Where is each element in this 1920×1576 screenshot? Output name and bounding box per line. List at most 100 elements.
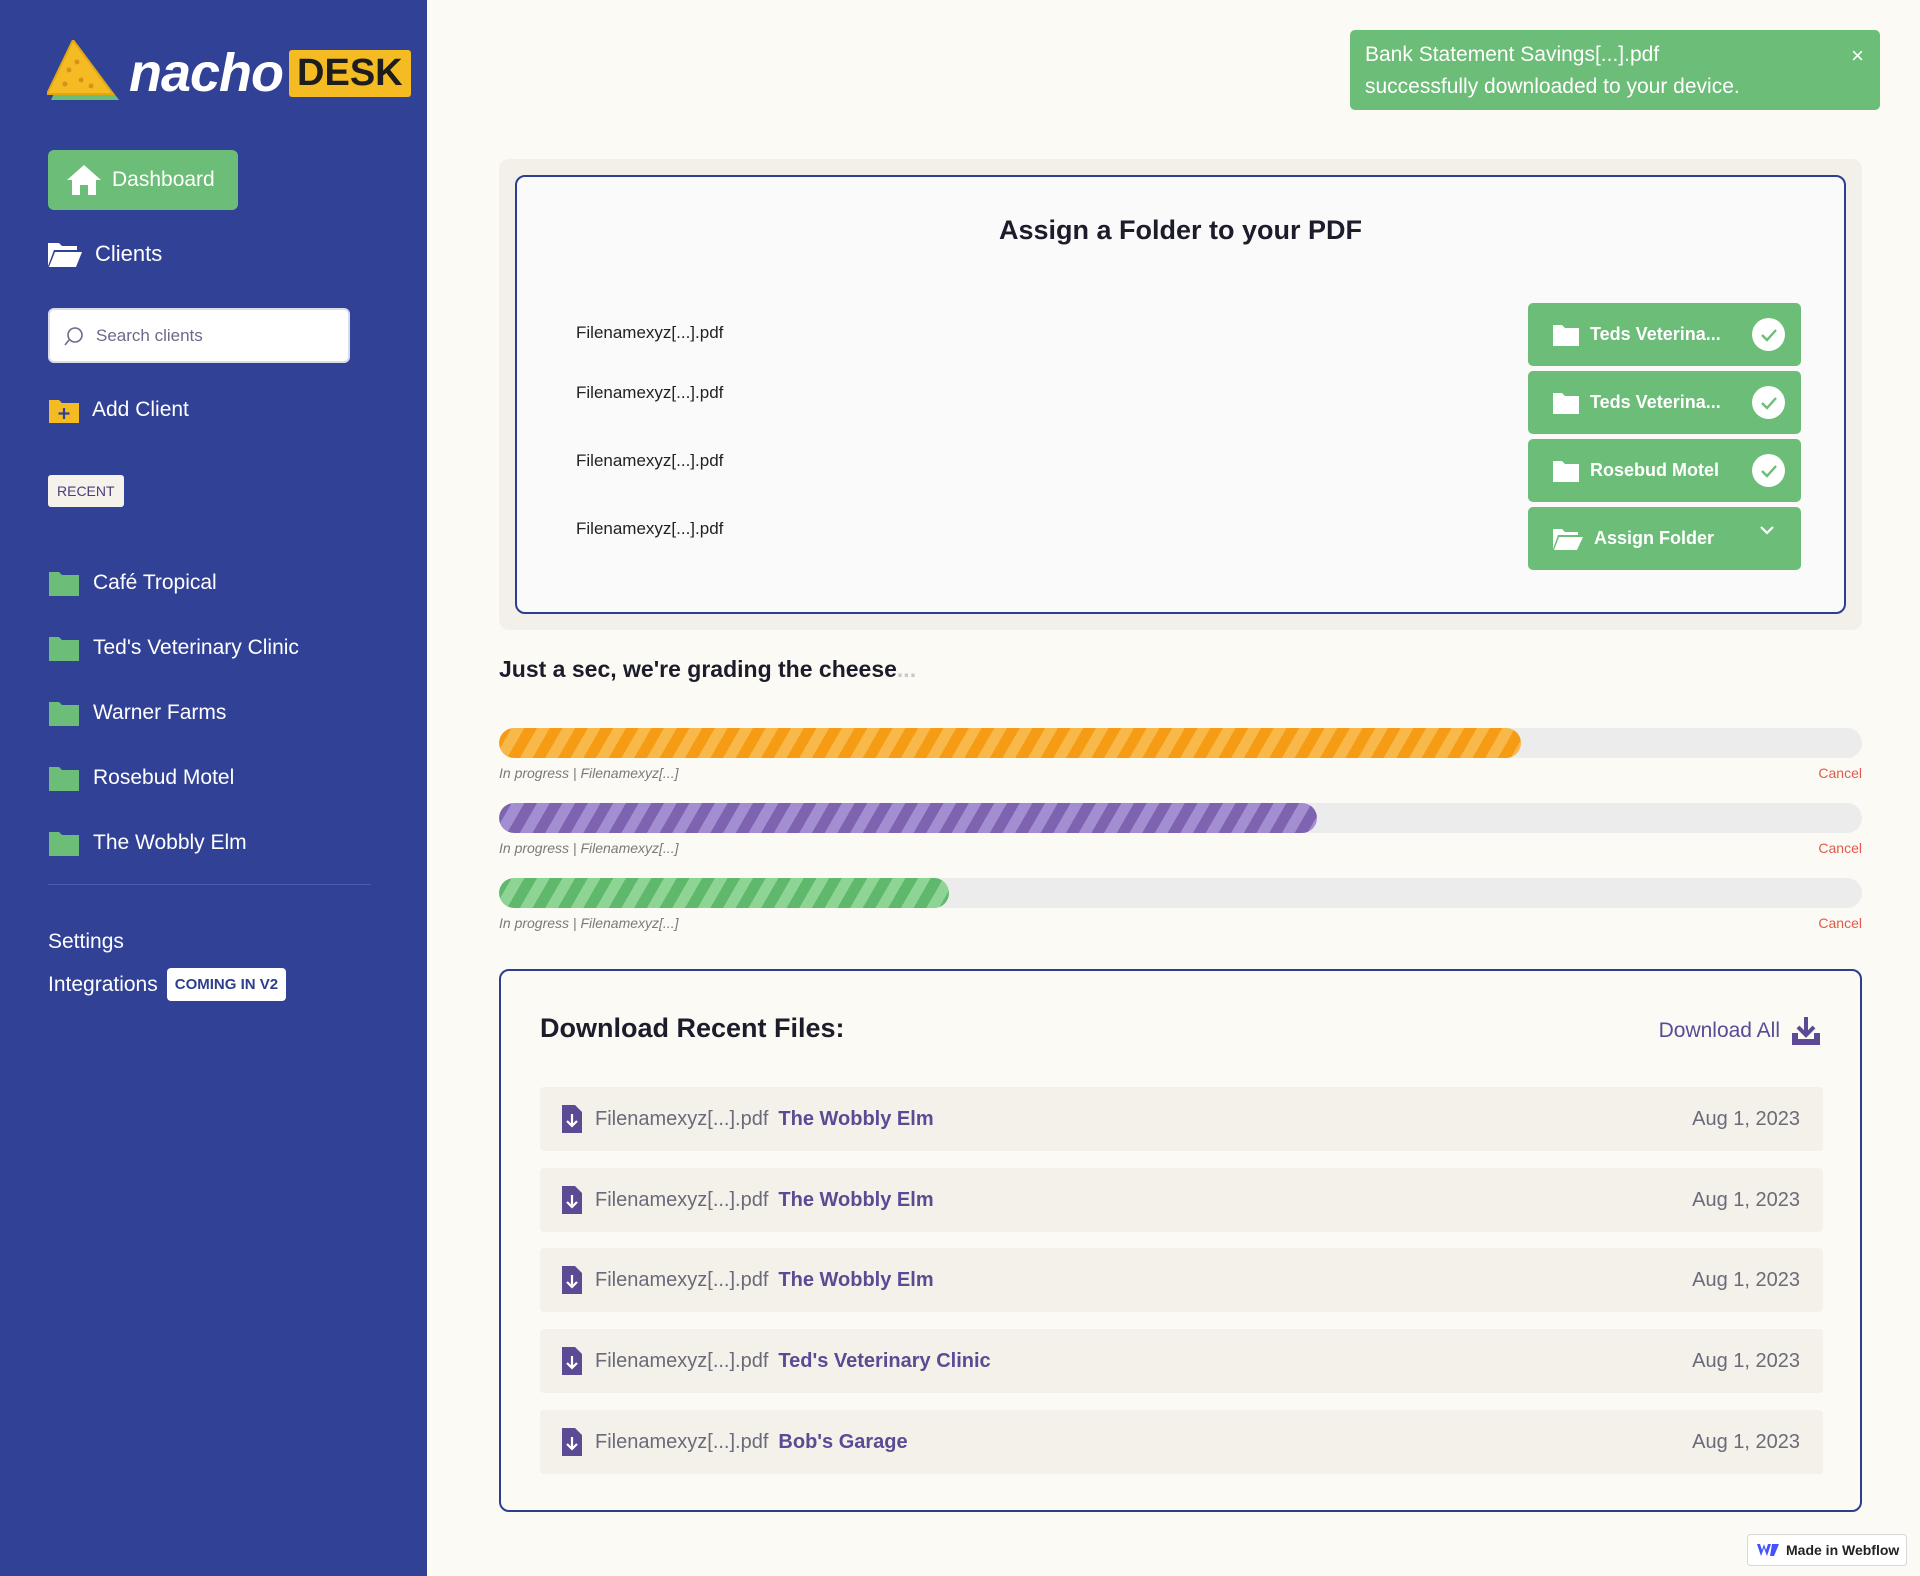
folder-icon xyxy=(1553,460,1579,482)
folder-label: Assign Folder xyxy=(1594,528,1715,548)
folder-icon xyxy=(1553,392,1579,414)
cancel-button[interactable]: Cancel xyxy=(1780,840,1862,856)
recent-client-item[interactable]: Warner Farms xyxy=(48,680,299,745)
add-client-label: Add Client xyxy=(92,398,189,421)
download-filename: Filenamexyz[...].pdf xyxy=(595,1430,769,1453)
download-row[interactable]: Filenamexyz[...].pdf The Wobbly Elm Aug … xyxy=(540,1168,1823,1232)
download-toast: Bank Statement Savings[...].pdf successf… xyxy=(1350,30,1880,110)
download-filename: Filenamexyz[...].pdf xyxy=(595,1188,769,1211)
search-input[interactable] xyxy=(96,325,326,346)
recent-client-label: Café Tropical xyxy=(93,570,217,594)
assign-folder-panel: Assign a Folder to your PDF Filenamexyz[… xyxy=(515,175,1846,614)
folder-label: Teds Veterina... xyxy=(1590,324,1721,344)
file-download-icon xyxy=(562,1428,582,1456)
download-row[interactable]: Filenamexyz[...].pdf The Wobbly Elm Aug … xyxy=(540,1248,1823,1312)
folder-icon xyxy=(49,831,79,856)
pdf-filename: Filenamexyz[...].pdf xyxy=(576,451,724,470)
file-download-icon xyxy=(562,1105,582,1133)
nav-integrations-label: Integrations xyxy=(48,972,158,996)
coming-soon-badge: COMING IN V2 xyxy=(166,968,287,1001)
logo[interactable]: nacho DESK xyxy=(47,40,411,106)
download-client: Bob's Garage xyxy=(778,1430,908,1453)
grading-heading: Just a sec, we're grading the cheese... xyxy=(499,656,916,683)
nacho-chip-icon xyxy=(47,40,119,100)
folder-assigned-button[interactable]: Teds Veterina... xyxy=(1528,371,1801,434)
check-icon xyxy=(1752,318,1785,351)
folder-assigned-button[interactable]: Rosebud Motel xyxy=(1528,439,1801,502)
home-icon xyxy=(67,165,101,195)
nav-settings[interactable]: Settings xyxy=(48,930,124,954)
pdf-filename: Filenamexyz[...].pdf xyxy=(576,519,724,538)
made-in-webflow-badge[interactable]: Made in Webflow xyxy=(1747,1534,1907,1566)
nav-clients-label: Clients xyxy=(95,241,163,266)
download-filename: Filenamexyz[...].pdf xyxy=(595,1107,769,1130)
add-client-button[interactable]: Add Client xyxy=(48,396,189,424)
file-download-icon xyxy=(562,1266,582,1294)
nav-integrations[interactable]: Integrations COMING IN V2 xyxy=(48,968,287,1001)
cancel-button[interactable]: Cancel xyxy=(1780,765,1862,781)
recent-client-label: Rosebud Motel xyxy=(93,765,235,789)
nav-clients[interactable]: Clients xyxy=(47,240,162,268)
folder-label: Rosebud Motel xyxy=(1590,460,1719,480)
folder-icon xyxy=(49,636,79,661)
progress-track xyxy=(499,803,1862,833)
search-icon xyxy=(64,326,83,345)
recent-client-label: The Wobbly Elm xyxy=(93,830,247,854)
recent-clients-list: Café Tropical Ted's Veterinary Clinic Wa… xyxy=(48,550,299,875)
progress-fill xyxy=(499,803,1317,833)
recent-client-label: Ted's Veterinary Clinic xyxy=(93,635,299,659)
sidebar-divider xyxy=(48,884,371,885)
pdf-filename: Filenamexyz[...].pdf xyxy=(576,323,724,342)
loading-dots: ... xyxy=(896,656,917,682)
download-client: The Wobbly Elm xyxy=(778,1268,934,1291)
recent-client-item[interactable]: Rosebud Motel xyxy=(48,745,299,810)
chevron-down-icon xyxy=(1760,526,1774,535)
download-client: The Wobbly Elm xyxy=(778,1107,934,1130)
download-all-label: Download All xyxy=(1658,1019,1780,1042)
folder-label: Teds Veterina... xyxy=(1590,392,1721,412)
logo-wordmark: nacho xyxy=(129,43,284,103)
download-filename: Filenamexyz[...].pdf xyxy=(595,1268,769,1291)
webflow-label: Made in Webflow xyxy=(1786,1542,1900,1558)
assign-folder-title: Assign a Folder to your PDF xyxy=(998,215,1363,245)
toast-line-2: successfully downloaded to your device. xyxy=(1365,75,1740,98)
recent-client-item[interactable]: Café Tropical xyxy=(48,550,299,615)
file-download-icon xyxy=(562,1347,582,1375)
recent-client-item[interactable]: Ted's Veterinary Clinic xyxy=(48,615,299,680)
folder-assigned-button[interactable]: Teds Veterina... xyxy=(1528,303,1801,366)
download-row[interactable]: Filenamexyz[...].pdf Bob's Garage Aug 1,… xyxy=(540,1410,1823,1474)
download-date: Aug 1, 2023 xyxy=(1692,1188,1800,1211)
folder-open-icon xyxy=(48,243,82,267)
download-filename: Filenamexyz[...].pdf xyxy=(595,1349,769,1372)
folder-icon xyxy=(1553,324,1579,346)
progress-fill xyxy=(499,878,949,908)
folder-open-icon xyxy=(1553,528,1583,550)
progress-status: In progress | Filenamexyz[...] xyxy=(499,915,679,931)
toast-line-1: Bank Statement Savings[...].pdf xyxy=(1365,43,1660,66)
recent-downloads-panel: Download Recent Files: Download All File… xyxy=(499,969,1862,1512)
sidebar: nacho DESK Dashboard Clients Add Client … xyxy=(0,0,427,1576)
download-all-button[interactable]: Download All xyxy=(1659,1015,1822,1047)
download-client: The Wobbly Elm xyxy=(778,1188,934,1211)
search-box xyxy=(48,308,350,363)
close-icon[interactable]: × xyxy=(1851,40,1864,72)
folder-icon xyxy=(49,701,79,726)
download-row[interactable]: Filenamexyz[...].pdf The Wobbly Elm Aug … xyxy=(540,1087,1823,1151)
check-icon xyxy=(1752,386,1785,419)
download-date: Aug 1, 2023 xyxy=(1692,1430,1800,1453)
download-row[interactable]: Filenamexyz[...].pdf Ted's Veterinary Cl… xyxy=(540,1329,1823,1393)
nav-dashboard-label: Dashboard xyxy=(112,168,215,191)
nav-dashboard[interactable]: Dashboard xyxy=(48,150,238,210)
file-download-icon xyxy=(562,1186,582,1214)
recent-client-item[interactable]: The Wobbly Elm xyxy=(48,810,299,875)
download-date: Aug 1, 2023 xyxy=(1692,1107,1800,1130)
progress-status: In progress | Filenamexyz[...] xyxy=(499,765,679,781)
assign-folder-container: Assign a Folder to your PDF Filenamexyz[… xyxy=(499,159,1862,630)
downloads-title: Download Recent Files: xyxy=(540,1013,845,1043)
progress-fill xyxy=(499,728,1522,758)
assign-folder-dropdown[interactable]: Assign Folder xyxy=(1528,507,1801,570)
recent-client-label: Warner Farms xyxy=(93,700,227,724)
webflow-logo-icon xyxy=(1757,1544,1779,1556)
cancel-button[interactable]: Cancel xyxy=(1780,915,1862,931)
download-date: Aug 1, 2023 xyxy=(1692,1268,1800,1291)
